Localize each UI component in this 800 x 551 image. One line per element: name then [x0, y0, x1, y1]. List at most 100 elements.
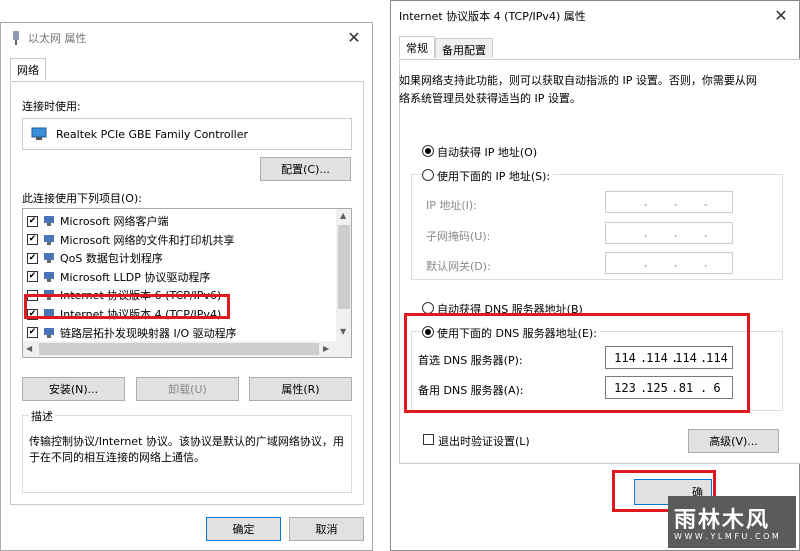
tab-strip: 常规 备用配置: [399, 36, 493, 58]
network-tab-panel: 连接时使用: Realtek PCIe GBE Family Controlle…: [10, 81, 364, 505]
close-button[interactable]: ✕: [344, 28, 364, 48]
general-tab-panel: 如果网络支持此功能，则可以获取自动指派的 IP 设置。否则，你需要从网 络系统管…: [399, 59, 800, 464]
watermark-logo-text: 雨林木风: [674, 508, 771, 533]
tab-strip: 网络: [10, 58, 46, 80]
manual-dns-label[interactable]: 使用下面的 DNS 服务器地址(E):: [437, 325, 600, 341]
properties-button[interactable]: 属性(R): [249, 377, 352, 401]
hscroll-thumb[interactable]: [39, 343, 319, 355]
intro-line-1: 如果网络支持此功能，则可以获取自动指派的 IP 设置。否则，你需要从网: [399, 74, 757, 87]
items-label: 此连接使用下列项目(O):: [22, 192, 142, 205]
title-bar: Internet 协议版本 4 (TCP/IPv4) 属性: [391, 1, 799, 31]
alternate-dns-octet-4: 6: [713, 380, 721, 395]
ipv4-properties-window: Internet 协议版本 4 (TCP/IPv4) 属性 ✕ 常规 备用配置 …: [390, 0, 800, 551]
window-title: Internet 协议版本 4 (TCP/IPv4) 属性: [399, 10, 586, 23]
item-checkbox[interactable]: ✔: [27, 252, 38, 264]
preferred-dns-octet-1: 114: [614, 350, 636, 365]
manual-dns-group: [411, 331, 783, 411]
item-label: Microsoft 网络的文件和打印机共享: [60, 233, 235, 247]
protocol-icon: [44, 216, 54, 226]
item-label: QoS 数据包计划程序: [60, 252, 163, 266]
alternate-dns-octet-3: 81: [678, 380, 694, 395]
install-button[interactable]: 安装(N)...: [22, 377, 125, 401]
uninstall-button[interactable]: 卸载(U): [136, 377, 239, 401]
description-text-line-2: 于在不同的相互连接的网络上通信。: [29, 451, 205, 464]
auto-ip-radio[interactable]: [422, 145, 434, 157]
advanced-button[interactable]: 高级(V)...: [688, 429, 779, 453]
list-item[interactable]: ✔ Internet 协议版本 4 (TCP/IPv4): [27, 305, 221, 323]
protocol-icon: [44, 309, 54, 319]
scroll-down-arrow-icon[interactable]: ▼: [340, 327, 346, 336]
preferred-dns-field[interactable]: 114 . 114 . 114 . 114: [605, 346, 733, 369]
item-label: Microsoft LLDP 协议驱动程序: [60, 270, 211, 284]
description-text-line-1: 传输控制协议/Internet 协议。该协议是默认的广域网络协议，用: [29, 435, 344, 448]
scroll-right-arrow-icon[interactable]: ▶: [323, 344, 329, 353]
item-label: Microsoft 网络客户端: [60, 215, 169, 228]
alternate-dns-field[interactable]: 123 . 125 . 81 . 6: [605, 376, 733, 399]
protocol-icon: [44, 290, 54, 301]
manual-ip-radio[interactable]: [422, 169, 434, 181]
default-gateway-label: 默认网关(D):: [426, 260, 491, 273]
subnet-mask-label: 子网掩码(U):: [426, 230, 491, 243]
ethernet-properties-window: 以太网 属性 ✕ 网络 连接时使用: Realtek PCIe GBE Fami…: [0, 22, 373, 551]
adapter-name: Realtek PCIe GBE Family Controller: [56, 128, 249, 141]
validate-on-exit-label[interactable]: 退出时验证设置(L): [438, 433, 530, 449]
tab-network[interactable]: 网络: [10, 58, 46, 80]
validate-on-exit-checkbox[interactable]: [423, 434, 434, 445]
manual-ip-label[interactable]: 使用下面的 IP 地址(S):: [437, 168, 554, 184]
auto-dns-label[interactable]: 自动获得 DNS 服务器地址(B): [437, 301, 583, 317]
window-title: 以太网 属性: [28, 32, 87, 45]
site-watermark: 雨林木风 W W W . Y L M F U . C O M: [668, 496, 796, 548]
scroll-left-arrow-icon[interactable]: ◀: [26, 344, 32, 353]
list-item[interactable]: ✔ Microsoft 网络客户端: [27, 212, 169, 230]
preferred-dns-octet-2: 114: [646, 350, 668, 365]
manual-dns-radio[interactable]: [422, 326, 434, 338]
item-label: Internet 协议版本 4 (TCP/IPv4): [60, 308, 222, 321]
scroll-up-arrow-icon[interactable]: ▲: [340, 211, 346, 220]
protocol-icon: [44, 327, 54, 338]
default-gateway-field: ...: [605, 252, 733, 274]
list-item[interactable]: Internet 协议版本 6 (TCP/IPv6): [27, 286, 221, 304]
alternate-dns-label: 备用 DNS 服务器(A):: [418, 384, 524, 397]
protocol-icon: [44, 271, 54, 282]
watermark-url: W W W . Y L M F U . C O M: [674, 532, 779, 541]
list-item[interactable]: ✔ QoS 数据包计划程序: [27, 249, 163, 267]
items-list: ✔ Microsoft 网络客户端 ✔ Microsoft 网络的文件和打印机共享 ✔ Q…: [22, 208, 352, 358]
list-item[interactable]: ✔ Microsoft LLDP 协议驱动程序: [27, 268, 210, 286]
tab-general[interactable]: 常规: [399, 36, 435, 58]
preferred-dns-label: 首选 DNS 服务器(P):: [418, 354, 523, 367]
configure-button[interactable]: 配置(C)...: [260, 157, 351, 181]
close-button[interactable]: ✕: [771, 6, 791, 26]
vertical-scrollbar[interactable]: ▲ ▼: [336, 209, 351, 341]
description-group: 描述 传输控制协议/Internet 协议。该协议是默认的广域网络协议，用 于在…: [22, 408, 352, 493]
auto-ip-label[interactable]: 自动获得 IP 地址(O): [437, 144, 537, 160]
protocol-icon: [44, 234, 54, 245]
alternate-dns-octet-1: 123: [614, 380, 636, 395]
item-checkbox[interactable]: [27, 289, 38, 301]
preferred-dns-octet-4: 114: [706, 350, 728, 365]
list-item[interactable]: ✔ 链路层拓扑发现映射器 I/O 驱动程序: [27, 324, 237, 342]
alternate-dns-octet-2: 125: [646, 380, 668, 395]
intro-line-2: 络系统管理员处获得适当的 IP 设置。: [399, 92, 581, 105]
protocol-icon: [44, 253, 54, 264]
ip-address-label: IP 地址(I):: [426, 199, 477, 212]
adapter-box: Realtek PCIe GBE Family Controller: [22, 118, 352, 150]
scroll-thumb[interactable]: [338, 225, 350, 309]
auto-dns-radio[interactable]: [422, 302, 434, 314]
network-adapter-icon: [13, 31, 19, 45]
list-item[interactable]: ✔ Microsoft 网络的文件和打印机共享: [27, 231, 235, 249]
item-label: Internet 协议版本 6 (TCP/IPv6): [60, 289, 222, 303]
cancel-button[interactable]: 取消: [289, 517, 364, 541]
subnet-mask-field: ...: [605, 222, 733, 244]
tab-alternate-configuration[interactable]: 备用配置: [435, 38, 493, 58]
item-checkbox[interactable]: ✔: [27, 234, 38, 246]
horizontal-scrollbar[interactable]: ◀ ▶: [23, 341, 351, 357]
preferred-dns-octet-3: 114: [675, 350, 697, 365]
connect-using-label: 连接时使用:: [22, 100, 81, 113]
item-checkbox[interactable]: ✔: [27, 271, 38, 283]
item-checkbox[interactable]: ✔: [27, 215, 38, 227]
item-checkbox[interactable]: ✔: [27, 308, 38, 320]
ok-button[interactable]: 确定: [206, 517, 281, 541]
item-label: 链路层拓扑发现映射器 I/O 驱动程序: [60, 326, 237, 340]
title-bar: 以太网 属性: [1, 23, 372, 53]
item-checkbox[interactable]: ✔: [27, 327, 38, 339]
